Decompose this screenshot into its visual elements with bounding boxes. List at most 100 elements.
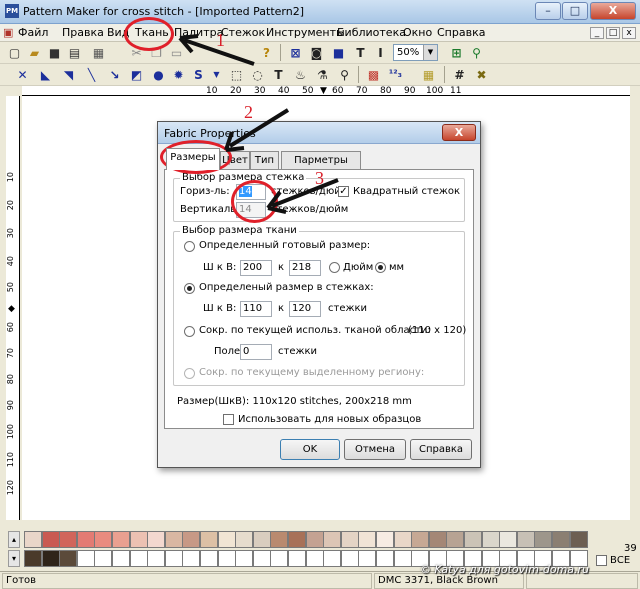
preset-height-input[interactable]: 218: [289, 260, 321, 276]
symbol-icon[interactable]: ¹²₃: [387, 66, 404, 83]
mask-icon[interactable]: ◙: [308, 44, 325, 61]
print-icon[interactable]: ▤: [66, 44, 83, 61]
color-swatch[interactable]: [41, 531, 60, 548]
pattern-icon[interactable]: ▦: [420, 66, 437, 83]
color-swatch[interactable]: [252, 550, 271, 567]
maximize-button[interactable]: □: [562, 2, 588, 20]
color-swatch[interactable]: [24, 550, 42, 567]
color-swatch[interactable]: [340, 550, 359, 567]
cross-stitch-icon[interactable]: ✕: [14, 66, 31, 83]
stitch-height-input[interactable]: 120: [289, 301, 321, 317]
menu-edit[interactable]: Правка: [62, 26, 104, 39]
color-swatch[interactable]: [393, 531, 412, 548]
text-t-icon[interactable]: T: [352, 44, 369, 61]
color-swatch[interactable]: [76, 531, 95, 548]
color-swatch[interactable]: [200, 531, 218, 548]
tab-sizes[interactable]: Размеры: [166, 148, 220, 170]
stitch-width-input[interactable]: 110: [240, 301, 272, 317]
trim-selection-radio[interactable]: [184, 368, 195, 379]
mm-radio[interactable]: [375, 262, 386, 273]
preview-icon[interactable]: ▦: [90, 44, 107, 61]
mdi-close-button[interactable]: x: [622, 27, 636, 39]
doc-icon[interactable]: ▣: [3, 26, 13, 39]
color-swatch[interactable]: [41, 550, 60, 567]
color-swatch[interactable]: [288, 531, 306, 548]
half-stitch-icon[interactable]: ◣: [37, 66, 54, 83]
eyedropper-icon[interactable]: ⚗: [314, 66, 331, 83]
color-swatch[interactable]: [376, 531, 394, 548]
color-swatch[interactable]: [129, 531, 148, 548]
zoom-tool-icon[interactable]: ⚲: [468, 44, 485, 61]
all-colors-checkbox[interactable]: [596, 555, 607, 566]
text-i-icon[interactable]: I: [372, 44, 389, 61]
color-swatch[interactable]: [147, 550, 166, 567]
zoom-select[interactable]: 50% ▼: [393, 44, 438, 61]
color-swatch[interactable]: [129, 550, 148, 567]
margin-input[interactable]: 0: [240, 344, 272, 360]
color-swatch[interactable]: [552, 531, 570, 548]
color-swatch[interactable]: [164, 531, 183, 548]
grid-x-icon[interactable]: ⊠: [287, 44, 304, 61]
color-swatch[interactable]: [76, 550, 95, 567]
open-icon[interactable]: ▰: [26, 44, 43, 61]
full-stitch-icon[interactable]: ■: [330, 44, 347, 61]
color-swatch[interactable]: [94, 550, 113, 567]
preset-size-radio[interactable]: [184, 241, 195, 252]
menu-help[interactable]: Справка: [437, 26, 485, 39]
inch-radio[interactable]: [329, 262, 340, 273]
minimize-button[interactable]: –: [535, 2, 561, 20]
color-swatch[interactable]: [59, 531, 78, 548]
fill-icon[interactable]: ♨: [292, 66, 309, 83]
color-swatch[interactable]: [305, 531, 324, 548]
color-swatch[interactable]: [288, 550, 306, 567]
color-swatch[interactable]: [499, 531, 518, 548]
color-swatch[interactable]: [446, 531, 465, 548]
grid-icon[interactable]: #: [451, 66, 468, 83]
color-swatch[interactable]: [252, 531, 271, 548]
color-swatch[interactable]: [428, 531, 447, 548]
quarter-stitch-icon[interactable]: ◥: [60, 66, 77, 83]
chevron-down-icon[interactable]: ▼: [423, 45, 437, 60]
dialog-close-button[interactable]: X: [442, 124, 476, 141]
trim-used-radio[interactable]: [184, 326, 195, 337]
color-swatch[interactable]: [376, 550, 394, 567]
color-swatch[interactable]: [569, 531, 588, 548]
palette-scroll-down[interactable]: ▾: [8, 550, 20, 567]
color-swatch[interactable]: [393, 550, 412, 567]
color-swatch[interactable]: [59, 550, 78, 567]
mdi-minimize-button[interactable]: _: [590, 27, 604, 39]
stitch-size-radio[interactable]: [184, 283, 195, 294]
color-swatch[interactable]: [323, 550, 342, 567]
menu-library[interactable]: Библиотека: [337, 26, 406, 39]
color-swatch[interactable]: [24, 531, 42, 548]
save-icon[interactable]: ■: [46, 44, 63, 61]
color-swatch[interactable]: [358, 550, 377, 567]
zoom-fit-icon[interactable]: ⊞: [448, 44, 465, 61]
menu-window[interactable]: Окно: [403, 26, 432, 39]
color-swatch[interactable]: [112, 550, 130, 567]
color-swatch[interactable]: [464, 531, 482, 548]
color-swatch[interactable]: [112, 531, 130, 548]
color-swatch[interactable]: [323, 531, 342, 548]
color-swatch[interactable]: [235, 531, 254, 548]
cancel-button[interactable]: Отмена: [344, 439, 406, 460]
menu-file[interactable]: Файл: [18, 26, 48, 39]
preset-width-input[interactable]: 200: [240, 260, 272, 276]
ok-button[interactable]: OK: [280, 439, 340, 460]
color-swatch[interactable]: [305, 550, 324, 567]
color-swatch[interactable]: [217, 550, 236, 567]
help-icon[interactable]: ?: [258, 44, 275, 61]
color-swatch[interactable]: [147, 531, 166, 548]
palette-icon[interactable]: ▩: [365, 66, 382, 83]
color-swatch[interactable]: [340, 531, 359, 548]
new-icon[interactable]: ▢: [6, 44, 23, 61]
backstitch-icon[interactable]: ╲: [83, 66, 100, 83]
palette-scroll-up[interactable]: ▴: [8, 531, 20, 548]
color-swatch[interactable]: [534, 531, 553, 548]
menu-tools[interactable]: Инструменты: [266, 26, 345, 39]
color-swatch[interactable]: [217, 531, 236, 548]
mdi-restore-button[interactable]: □: [606, 27, 620, 39]
color-swatch[interactable]: [182, 550, 201, 567]
magnifier-icon[interactable]: ⚲: [336, 66, 353, 83]
color-swatch[interactable]: [182, 531, 201, 548]
